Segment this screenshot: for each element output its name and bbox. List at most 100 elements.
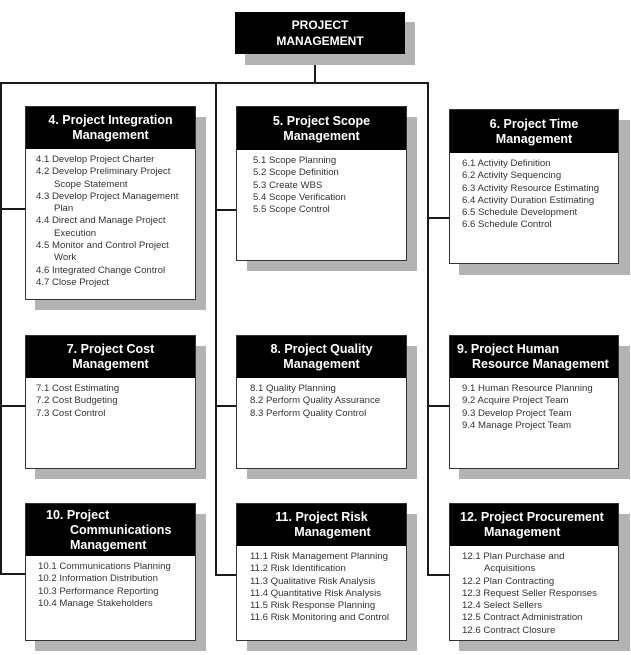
area-7-title-line2: Management bbox=[72, 357, 149, 371]
process-item: 9.4 Manage Project Team bbox=[462, 419, 572, 431]
process-item: 11.2 Risk Identification bbox=[250, 563, 346, 575]
area-10-title-line1: 10. Project bbox=[46, 507, 110, 522]
process-item: 12.3 Request Seller Responses bbox=[462, 587, 597, 599]
process-item: 9.3 Develop Project Team bbox=[462, 407, 572, 419]
root-node-project-management: PROJECT MANAGEMENT bbox=[235, 12, 405, 54]
connector-to-area-11 bbox=[215, 574, 236, 576]
area-4-process-list: 4.1 Develop Project Charter 4.2 Develop … bbox=[26, 149, 195, 289]
area-7-process-list: 7.1 Cost Estimating 7.2 Cost Budgeting 7… bbox=[26, 378, 195, 420]
process-item: 4.6 Integrated Change Control bbox=[36, 264, 166, 276]
process-item: 12.6 Contract Closure bbox=[462, 624, 556, 636]
connector-to-area-5 bbox=[215, 209, 236, 211]
process-item: 5.4 Scope Verification bbox=[253, 191, 346, 203]
area-12-process-list: 12.1 Plan Purchase and Acquisitions 12.2… bbox=[450, 546, 618, 637]
area-6-header: 6. Project Time Management bbox=[450, 110, 618, 153]
process-item: 5.1 Scope Planning bbox=[253, 155, 337, 166]
process-item: 5.3 Create WBS bbox=[253, 179, 323, 191]
process-item: 4.7 Close Project bbox=[36, 276, 110, 288]
process-item: 6.6 Schedule Control bbox=[462, 219, 552, 231]
connector-col2-vertical bbox=[215, 82, 217, 576]
area-11-title-line2: Management bbox=[294, 525, 371, 539]
process-item: 9.1 Human Resource Planning bbox=[462, 383, 593, 394]
process-item: 10.3 Performance Reporting bbox=[38, 585, 159, 597]
area-7-header: 7. Project Cost Management bbox=[26, 336, 195, 378]
process-item: 11.3 Qualitative Risk Analysis bbox=[250, 575, 376, 587]
area-11-risk: 11. Project Risk Management 11.1 Risk Ma… bbox=[236, 503, 407, 641]
area-6-title-line1: 6. Project Time bbox=[489, 116, 579, 131]
area-10-process-list: 10.1 Communications Planning 10.2 Inform… bbox=[26, 556, 195, 610]
area-10-title-line3: Management bbox=[70, 537, 147, 552]
area-4-title-line2: Management bbox=[72, 128, 149, 142]
area-5-process-list: 5.1 Scope Planning 5.2 Scope Definition … bbox=[237, 150, 406, 216]
process-item: 10.1 Communications Planning bbox=[38, 561, 171, 572]
process-item: 9.2 Acquire Project Team bbox=[462, 395, 569, 407]
area-5-title-line1: 5. Project Scope bbox=[272, 113, 371, 128]
area-11-title-line1: 11. Project Risk bbox=[275, 510, 368, 524]
process-item: 6.1 Activity Definition bbox=[462, 158, 551, 169]
process-item: 10.2 Information Distribution bbox=[38, 573, 158, 585]
area-9-header: 9. Project Human Resource Management bbox=[450, 336, 618, 378]
connector-to-area-10 bbox=[0, 573, 25, 575]
connector-to-area-4 bbox=[0, 208, 25, 210]
process-item: 11.1 Risk Management Planning bbox=[250, 551, 388, 562]
root-title-line1: PROJECT bbox=[291, 18, 349, 32]
connector-col1-vertical bbox=[0, 82, 2, 575]
area-9-title-line2: Resource Management bbox=[472, 357, 609, 371]
area-4-title-line1: 4. Project Integration bbox=[48, 113, 173, 127]
area-6-process-list: 6.1 Activity Definition 6.2 Activity Seq… bbox=[450, 153, 618, 232]
area-12-procurement: 12. Project Procurement Management 12.1 … bbox=[449, 503, 619, 641]
area-7-cost: 7. Project Cost Management 7.1 Cost Esti… bbox=[25, 335, 196, 469]
process-item: 5.5 Scope Control bbox=[253, 204, 330, 216]
process-item: 8.3 Perform Quality Control bbox=[250, 407, 367, 419]
process-item: 11.4 Quantitative Risk Analysis bbox=[250, 587, 381, 599]
area-8-quality: 8. Project Quality Management 8.1 Qualit… bbox=[236, 335, 407, 469]
process-item: 8.1 Quality Planning bbox=[250, 383, 336, 394]
area-6-title-line2: Management bbox=[495, 131, 573, 146]
area-4-header: 4. Project Integration Management bbox=[26, 107, 195, 149]
process-item: 12.2 Plan Contracting bbox=[462, 575, 555, 587]
area-8-header: 8. Project Quality Management bbox=[237, 336, 406, 378]
area-6-time: 6. Project Time Management 6.1 Activity … bbox=[449, 109, 619, 264]
process-item: 6.2 Activity Sequencing bbox=[462, 170, 562, 182]
process-item: 6.4 Activity Duration Estimating bbox=[462, 194, 595, 206]
connector-to-area-8 bbox=[215, 405, 236, 407]
area-12-title-line2: Management bbox=[484, 525, 561, 539]
process-item: 11.5 Risk Response Planning bbox=[250, 600, 376, 612]
process-item: 4.4 Direct and Manage Project Execution bbox=[36, 215, 166, 239]
process-item: 10.4 Manage Stakeholders bbox=[38, 597, 153, 609]
connector-to-area-12 bbox=[427, 574, 449, 576]
connector-to-area-9 bbox=[427, 405, 449, 407]
process-item: 4.1 Develop Project Charter bbox=[36, 154, 155, 165]
process-item: 12.1 Plan Purchase and Acquisitions bbox=[462, 551, 565, 575]
process-item: 4.2 Develop Preliminary Project Scope St… bbox=[36, 166, 171, 190]
area-8-process-list: 8.1 Quality Planning 8.2 Perform Quality… bbox=[237, 378, 406, 420]
process-item: 12.4 Select Sellers bbox=[462, 600, 542, 612]
process-item: 12.5 Contract Administration bbox=[462, 612, 583, 624]
process-item: 7.2 Cost Budgeting bbox=[36, 395, 118, 407]
area-8-title-line1: 8. Project Quality bbox=[270, 342, 373, 356]
connector-to-area-7 bbox=[0, 405, 25, 407]
area-4-integration: 4. Project Integration Management 4.1 De… bbox=[25, 106, 196, 300]
process-item: 4.3 Develop Project Management Plan bbox=[36, 190, 179, 215]
connector-to-area-6 bbox=[427, 217, 449, 219]
connector-col3-vertical bbox=[427, 82, 429, 576]
process-item: 5.2 Scope Definition bbox=[253, 167, 339, 179]
area-5-title-line2: Management bbox=[283, 128, 360, 143]
process-item: 6.3 Activity Resource Estimating bbox=[462, 182, 600, 194]
process-item: 11.6 Risk Monitoring and Control bbox=[250, 612, 390, 624]
area-7-title-line1: 7. Project Cost bbox=[66, 342, 155, 356]
area-12-title-line1: 12. Project Procurement bbox=[460, 510, 604, 524]
area-9-process-list: 9.1 Human Resource Planning 9.2 Acquire … bbox=[450, 378, 618, 432]
area-11-process-list: 11.1 Risk Management Planning 11.2 Risk … bbox=[237, 546, 406, 625]
area-11-header: 11. Project Risk Management bbox=[237, 504, 406, 546]
area-12-header: 12. Project Procurement Management bbox=[450, 504, 618, 546]
process-item: 8.2 Perform Quality Assurance bbox=[250, 395, 381, 407]
area-9-human-resource: 9. Project Human Resource Management 9.1… bbox=[449, 335, 619, 469]
area-8-title-line2: Management bbox=[283, 357, 360, 371]
process-item: 4.5 Monitor and Control Project Work bbox=[36, 240, 169, 264]
area-9-title-line1: 9. Project Human bbox=[457, 342, 560, 356]
process-item: 6.5 Schedule Development bbox=[462, 207, 578, 219]
area-10-title-line2: Communications bbox=[70, 522, 172, 537]
process-item: 7.1 Cost Estimating bbox=[36, 383, 120, 394]
area-5-header: 5. Project Scope Management bbox=[237, 107, 406, 150]
